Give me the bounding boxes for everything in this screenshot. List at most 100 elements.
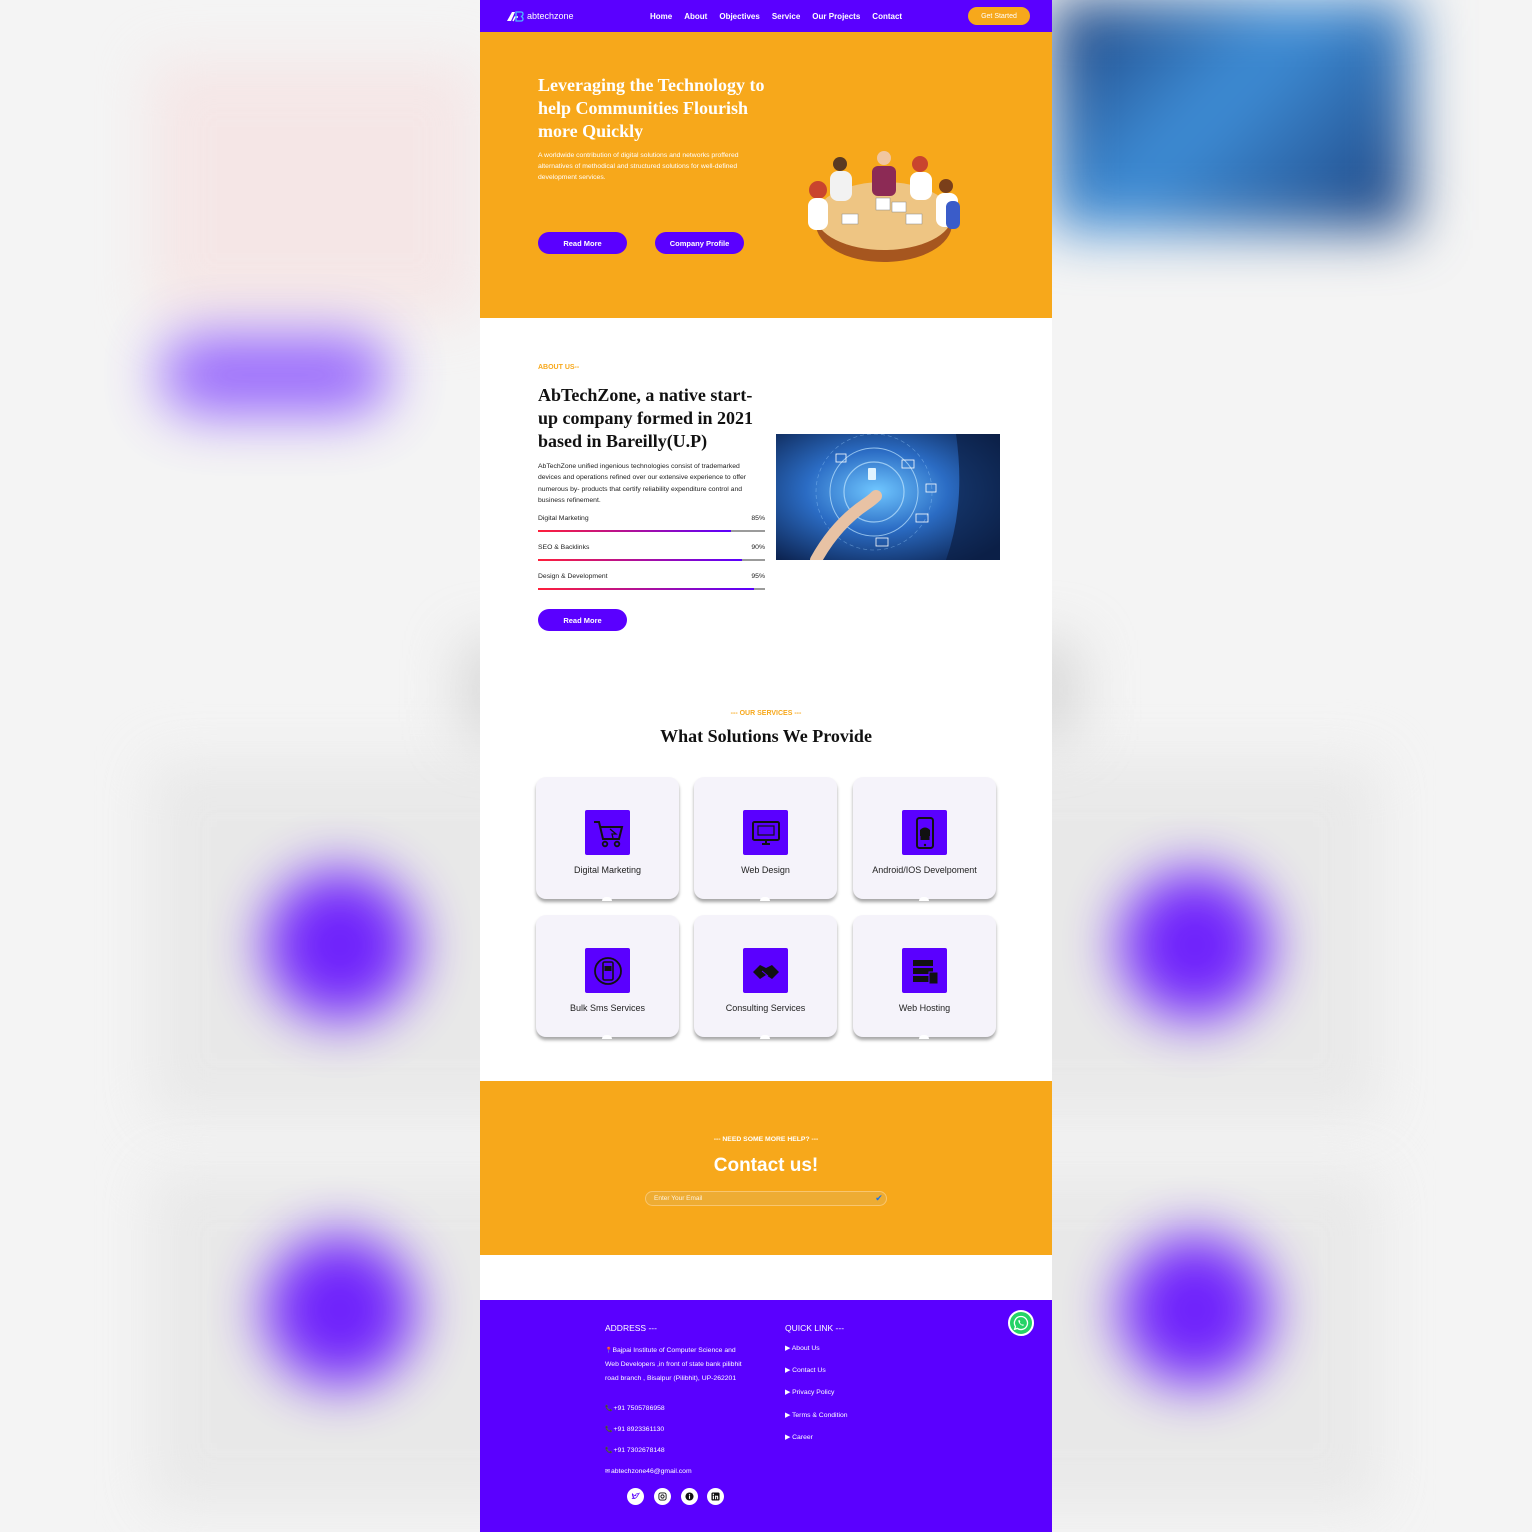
about-section: ABOUT US-- AbTechZone, a native start-up… [480, 318, 1052, 678]
footer: ADDRESS --- 📍Bajpai Institute of Compute… [480, 1300, 1052, 1532]
sms-icon [585, 948, 630, 993]
card-notch [602, 897, 612, 901]
skill-progress-bar [538, 530, 765, 532]
email-line[interactable]: ✉ abtechzone46@gmail.com [605, 1468, 692, 1475]
contact-title: Contact us! [713, 1155, 819, 1176]
quick-link-label: Terms & Condition [792, 1412, 848, 1419]
logo[interactable]: abtechzone [506, 10, 574, 22]
card-notch [919, 897, 929, 901]
quick-link-heading: QUICK LINK --- [785, 1323, 845, 1333]
quick-link-contact[interactable]: ▶ Contact Us [785, 1366, 826, 1374]
service-card-label: Android/IOS Develpoment [872, 865, 977, 875]
card-notch [919, 1035, 929, 1039]
phone-line[interactable]: 📞 +91 8923361130 [605, 1426, 664, 1433]
about-text: AbTechZone unified ingenious technologie… [538, 463, 747, 504]
service-card-android-ios[interactable]: Android/IOS Develpoment [853, 777, 996, 901]
phone-icon: 📞 [605, 1406, 613, 1412]
card-notch [602, 1035, 612, 1039]
skill-progress-fill [538, 530, 731, 532]
skill-progress-fill [538, 588, 754, 590]
logo-text: abtechzone [527, 11, 574, 21]
envelope-icon: ✉ [605, 1469, 611, 1475]
skill-value: 90% [751, 544, 765, 551]
nav-links: Home About Objectives Service Our Projec… [650, 0, 902, 32]
skill-progress-bar [538, 588, 765, 590]
twitter-icon[interactable] [627, 1488, 644, 1505]
android-phone-icon [902, 810, 947, 855]
nav-home[interactable]: Home [650, 12, 672, 21]
phone-number: +91 7302678148 [613, 1447, 665, 1454]
navbar: abtechzone Home About Objectives Service… [480, 0, 1052, 32]
team-meeting-illustration [796, 116, 972, 266]
phone-number: +91 8923361130 [613, 1426, 665, 1433]
hero-section: Leveraging the Technology to help Commun… [480, 32, 1052, 318]
hero-read-more-button[interactable]: Read More [538, 232, 627, 254]
backdrop-blur-block [150, 60, 480, 320]
phone-number: +91 7505786958 [613, 1405, 665, 1412]
service-card-label: Web Design [741, 865, 790, 875]
quick-link-label: Career [792, 1434, 813, 1441]
services-title: What Solutions We Provide [660, 726, 872, 746]
whatsapp-icon[interactable] [1008, 1310, 1034, 1336]
service-card-web-hosting[interactable]: Web Hosting [853, 915, 996, 1039]
hero-title: Leveraging the Technology to help Commun… [538, 75, 765, 141]
info-icon[interactable] [681, 1488, 698, 1505]
skill-label: SEO & Backlinks [538, 544, 590, 551]
skill-progress-bar [538, 559, 765, 561]
nav-contact[interactable]: Contact [872, 12, 902, 21]
shopping-cart-icon [585, 810, 630, 855]
quick-link-label: Privacy Policy [792, 1389, 835, 1396]
quick-link-terms[interactable]: ▶ Terms & Condition [785, 1411, 848, 1419]
address-text: Bajpai Institute of Computer Science and… [605, 1347, 742, 1382]
phone-line[interactable]: 📞 +91 7505786958 [605, 1405, 665, 1412]
handshake-icon [743, 948, 788, 993]
backdrop-blur-circle [265, 1235, 415, 1385]
get-started-button[interactable]: Get Started [968, 7, 1030, 25]
skill-label: Design & Development [538, 573, 608, 580]
address-block: 📍Bajpai Institute of Computer Science an… [605, 1344, 751, 1385]
email-input[interactable] [646, 1192, 872, 1205]
phone-icon: 📞 [605, 1448, 613, 1454]
quick-link-about[interactable]: ▶ About Us [785, 1344, 820, 1352]
service-card-bulk-sms[interactable]: Bulk Sms Services [536, 915, 679, 1039]
quick-link-privacy[interactable]: ▶ Privacy Policy [785, 1388, 834, 1396]
services-eyebrow: --- OUR SERVICES --- [730, 710, 802, 717]
instagram-icon[interactable] [654, 1488, 671, 1505]
quick-link-career[interactable]: ▶ Career [785, 1433, 813, 1441]
service-card-digital-marketing[interactable]: Digital Marketing [536, 777, 679, 901]
server-icon [902, 948, 947, 993]
backdrop-blur-button [160, 335, 390, 415]
skill-design-development: Design & Development 95% [538, 573, 765, 590]
footer-email: abtechzone46@gmail.com [611, 1468, 692, 1475]
about-read-more-button[interactable]: Read More [538, 609, 627, 631]
hero-text: A worldwide contribution of digital solu… [538, 152, 739, 181]
phone-line[interactable]: 📞 +91 7302678148 [605, 1447, 665, 1454]
skill-progress-fill [538, 559, 743, 561]
service-card-web-design[interactable]: Web Design [694, 777, 837, 901]
company-profile-button[interactable]: Company Profile [655, 232, 744, 254]
nav-about[interactable]: About [684, 12, 707, 21]
phone-icon: 📞 [605, 1427, 613, 1433]
nav-our-projects[interactable]: Our Projects [812, 12, 860, 21]
backdrop-blur-circle [1120, 1235, 1270, 1385]
card-notch [760, 1035, 770, 1039]
email-subscribe-form: ✔ [645, 1191, 887, 1206]
service-card-label: Digital Marketing [573, 865, 642, 875]
logo-mark-icon [506, 10, 524, 22]
linkedin-icon[interactable] [707, 1488, 724, 1505]
address-heading: ADDRESS --- [605, 1323, 657, 1333]
service-card-label: Web Hosting [898, 1003, 951, 1013]
contact-eyebrow: --- NEED SOME MORE HELP? --- [713, 1136, 819, 1143]
send-check-icon[interactable]: ✔ [872, 1192, 886, 1205]
skill-label: Digital Marketing [538, 515, 589, 522]
backdrop-blur-image [1052, 0, 1412, 230]
nav-objectives[interactable]: Objectives [719, 12, 759, 21]
about-title: AbTechZone, a native start-up company fo… [538, 385, 754, 451]
service-card-consulting[interactable]: Consulting Services [694, 915, 837, 1039]
contact-section: --- NEED SOME MORE HELP? --- Contact us!… [480, 1081, 1052, 1255]
about-eyebrow: ABOUT US-- [538, 364, 580, 371]
skill-value: 95% [751, 573, 765, 580]
nav-service[interactable]: Service [772, 12, 800, 21]
backdrop-blur-circle [1120, 870, 1270, 1020]
quick-link-label: About Us [791, 1345, 820, 1352]
